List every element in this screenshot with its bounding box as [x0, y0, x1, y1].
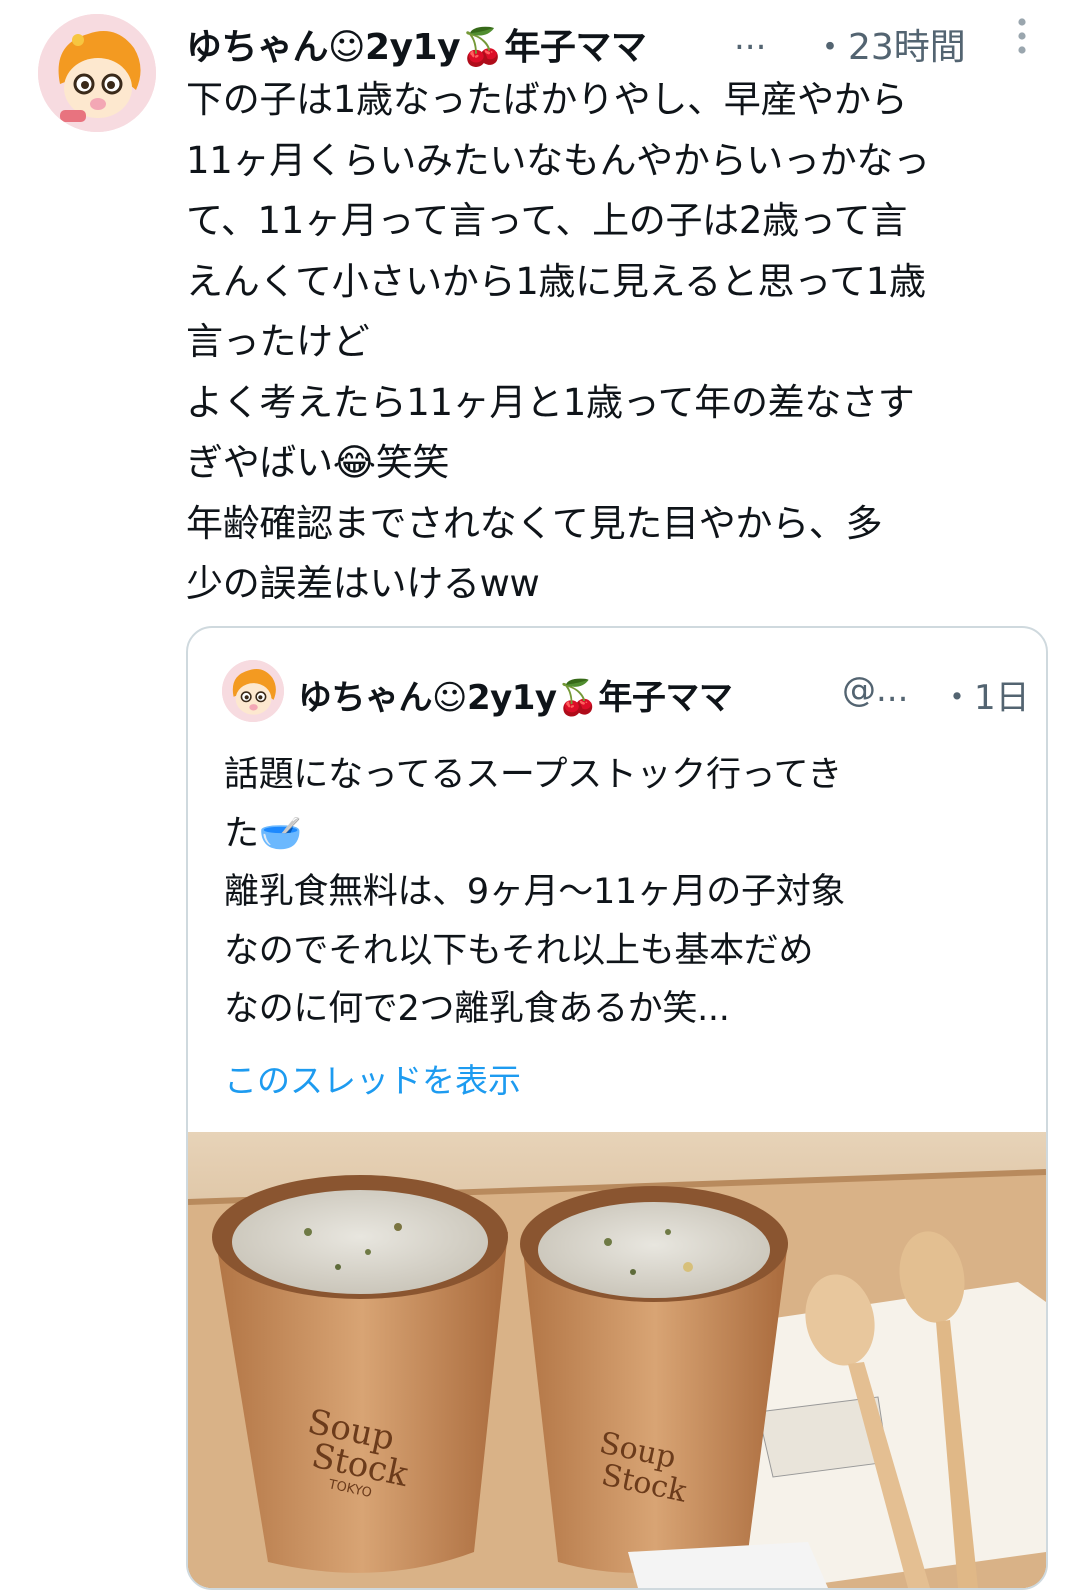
quoted-tweet-card[interactable]: ゆちゃん☺2y1y🍒年子ママ @... ・1日 話題になってるスープストック行っ…: [186, 626, 1048, 1590]
quoted-handle: @...: [842, 670, 909, 710]
display-name[interactable]: ゆちゃん☺2y1y🍒年子ママ: [186, 18, 647, 70]
quoted-avatar: [222, 660, 284, 722]
quoted-timestamp: ・1日: [940, 678, 1030, 718]
quoted-display-name: ゆちゃん☺2y1y🍒年子ママ: [298, 678, 733, 718]
tweet-text: 下の子は1歳なったばかりやし、早産やから 11ヶ月くらいみたいなもんやからいっか…: [186, 78, 930, 605]
name-truncation: ...: [734, 18, 767, 58]
tweet-header: ゆちゃん☺2y1y🍒年子ママ ... ・23時間: [186, 14, 1046, 68]
quoted-tweet-text: 話題になってるスープストック行ってき た🥣 離乳食無料は、9ヶ月〜11ヶ月の子対…: [224, 755, 846, 1029]
avatar-illustration: [38, 14, 156, 132]
tweet-timestamp[interactable]: ・23時間: [812, 18, 966, 70]
show-thread-link[interactable]: このスレッドを表示: [224, 1054, 521, 1102]
avatar-illustration: [222, 660, 284, 722]
soup-photo: Soup Stock TOKYO Soup Stock: [188, 1132, 1046, 1588]
quoted-tweet-photo[interactable]: Soup Stock TOKYO Soup Stock: [188, 1132, 1046, 1588]
avatar[interactable]: [38, 14, 156, 132]
more-vertical-icon[interactable]: [1014, 14, 1030, 64]
